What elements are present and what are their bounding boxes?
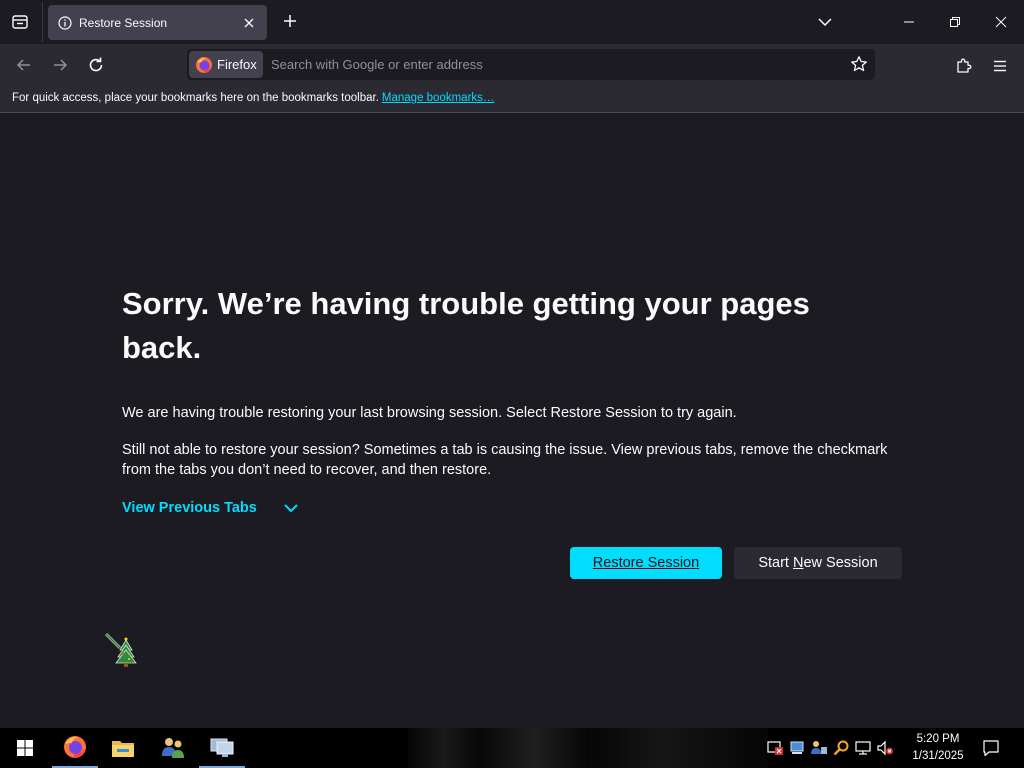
tray-volume-button[interactable] — [874, 728, 896, 768]
firefox-logo-icon — [196, 56, 212, 73]
taskbar-clock[interactable]: 5:20 PM 1/31/2025 — [906, 731, 970, 765]
view-previous-tabs-toggle[interactable]: View Previous Tabs — [122, 500, 299, 516]
restore-window-button[interactable] — [932, 0, 978, 44]
tray-user-network-button[interactable] — [808, 728, 830, 768]
bookmarks-toolbar: For quick access, place your bookmarks h… — [0, 85, 1024, 113]
identity-label: Firefox — [217, 57, 257, 72]
tray-display-network-button[interactable] — [852, 728, 874, 768]
firefox-icon — [64, 736, 86, 758]
volume-muted-icon — [877, 740, 893, 756]
bookmarks-message-text: For quick access, place your bookmarks h… — [12, 92, 379, 104]
firefox-view-button[interactable] — [6, 8, 34, 36]
firefox-view-icon — [12, 15, 28, 29]
notification-icon — [983, 740, 999, 757]
remote-desktop-icon — [210, 738, 234, 757]
arrow-left-icon — [16, 59, 30, 71]
tray-search-button[interactable] — [830, 728, 852, 768]
users-icon — [162, 738, 184, 758]
taskbar-remote-desktop-button[interactable] — [199, 728, 245, 768]
address-bar[interactable]: Firefox — [187, 49, 875, 80]
description-troubleshoot: Still not able to restore your session? … — [122, 442, 888, 478]
taskbar-users-button[interactable] — [150, 728, 196, 768]
clock-date: 1/31/2025 — [912, 750, 964, 762]
chevron-down-icon — [818, 18, 832, 27]
tab-close-button[interactable] — [241, 15, 257, 31]
taskbar: 5:20 PM 1/31/2025 — [0, 728, 1024, 768]
description-restore: We are having trouble restoring your las… — [122, 405, 737, 421]
network-drive-icon — [790, 741, 804, 754]
page-title: Sorry. We’re having trouble getting your… — [122, 286, 810, 365]
url-input[interactable] — [271, 49, 831, 80]
bookmarks-empty-message: For quick access, place your bookmarks h… — [12, 92, 494, 104]
tray-remote-security-button[interactable] — [764, 728, 786, 768]
minimize-icon — [904, 21, 914, 23]
navigation-toolbar: Firefox — [0, 44, 1024, 85]
remote-security-icon — [767, 741, 783, 755]
start-new-session-suffix: ew Session — [803, 555, 878, 571]
close-window-icon — [995, 16, 1007, 28]
info-icon — [58, 15, 72, 30]
hamburger-menu-icon — [994, 60, 1006, 72]
desktop-wallpaper-strip — [408, 728, 768, 768]
tab-strip: Restore Session — [0, 0, 1024, 44]
extensions-button[interactable] — [952, 54, 976, 78]
puzzle-piece-icon — [957, 58, 972, 73]
new-tab-button[interactable] — [279, 10, 301, 32]
star-icon — [851, 56, 867, 72]
tab-separator — [42, 2, 43, 42]
start-new-session-prefix: Start — [758, 555, 793, 571]
chevron-down-icon — [284, 504, 298, 513]
file-explorer-icon — [112, 741, 134, 757]
plus-icon — [284, 15, 296, 27]
display-network-icon — [855, 741, 871, 755]
reload-icon — [89, 57, 103, 72]
arrow-right-icon — [54, 59, 68, 71]
list-all-tabs-button[interactable] — [815, 12, 835, 32]
restore-window-icon — [950, 17, 960, 27]
bookmark-star-button[interactable] — [849, 54, 869, 74]
start-new-session-button[interactable]: Start New Session — [734, 547, 902, 579]
tab-title: Restore Session — [79, 15, 168, 30]
start-new-session-accesskey: N — [793, 555, 804, 571]
christmas-tree-cursor-icon — [104, 632, 137, 667]
forward-button[interactable] — [46, 51, 74, 79]
search-tray-icon — [833, 740, 849, 756]
clock-time: 5:20 PM — [916, 733, 960, 745]
reload-button[interactable] — [82, 51, 110, 79]
application-menu-button[interactable] — [988, 54, 1012, 78]
view-previous-tabs-label: View Previous Tabs — [122, 500, 257, 516]
taskbar-file-explorer-button[interactable] — [100, 728, 146, 768]
windows-logo-icon — [17, 740, 33, 756]
close-icon — [244, 18, 254, 27]
tray-network-drive-button[interactable] — [786, 728, 808, 768]
page-content: Sorry. We’re having trouble getting your… — [0, 114, 1024, 728]
taskbar-firefox-button[interactable] — [52, 728, 98, 768]
start-button[interactable] — [2, 728, 48, 768]
identity-box[interactable]: Firefox — [189, 51, 263, 78]
manage-bookmarks-link[interactable]: Manage bookmarks… — [382, 92, 495, 104]
back-button[interactable] — [10, 51, 38, 79]
action-center-button[interactable] — [978, 736, 1004, 760]
user-network-icon — [811, 741, 827, 754]
minimize-button[interactable] — [886, 0, 932, 44]
close-window-button[interactable] — [978, 0, 1024, 44]
tab-restore-session[interactable]: Restore Session — [48, 5, 267, 40]
restore-session-button[interactable]: Restore Session — [570, 547, 722, 579]
